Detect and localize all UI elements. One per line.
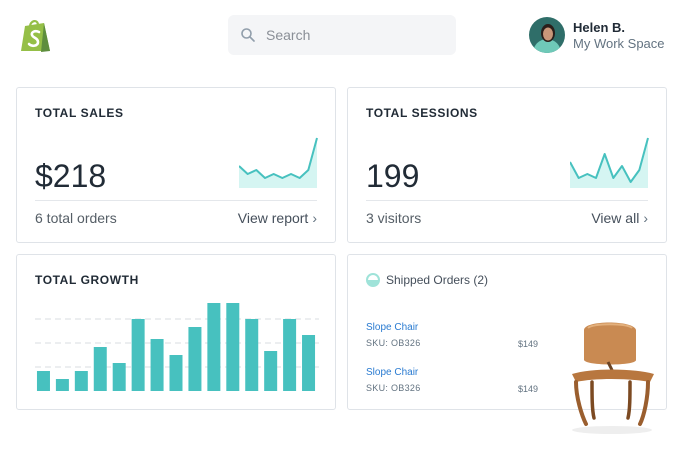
chevron-right-icon: › xyxy=(312,210,317,226)
view-all-label[interactable]: View all xyxy=(591,210,639,226)
view-report-link[interactable]: View report › xyxy=(238,210,317,226)
growth-bar xyxy=(283,319,297,391)
growth-bar xyxy=(112,363,126,391)
sparkline-area xyxy=(570,138,648,188)
search-placeholder[interactable]: Search xyxy=(266,27,310,43)
sales-subtext: 6 total orders xyxy=(35,210,117,226)
sales-value: $218 xyxy=(35,158,107,194)
sparkline-area xyxy=(239,138,317,188)
chair-product-image xyxy=(562,318,662,436)
view-report-label[interactable]: View report xyxy=(238,210,309,226)
sessions-subtext: 3 visitors xyxy=(366,210,422,226)
half-circle-status-icon xyxy=(366,273,380,287)
growth-bar xyxy=(150,339,164,391)
shipped-orders-header: Shipped Orders (2) xyxy=(366,273,488,287)
total-growth-card: TOTAL GROWTH xyxy=(16,254,336,410)
user-menu[interactable]: Helen B. My Work Space xyxy=(529,17,679,55)
sales-sparkline xyxy=(239,137,318,188)
workspace-name: My Work Space xyxy=(573,36,665,51)
card-title: TOTAL SALES xyxy=(35,106,124,120)
chevron-right-icon: › xyxy=(643,210,648,226)
search-bar[interactable]: Search xyxy=(228,15,456,55)
total-sales-card: TOTAL SALES $218 6 total orders View rep… xyxy=(16,87,336,243)
growth-bar xyxy=(74,371,88,391)
list-item[interactable]: Slope Chair SKU: OB326 xyxy=(366,367,421,393)
growth-bar xyxy=(264,351,278,391)
growth-bar xyxy=(188,327,202,391)
divider xyxy=(366,200,648,201)
divider xyxy=(35,200,317,201)
growth-bar xyxy=(169,355,183,391)
view-all-link[interactable]: View all › xyxy=(591,210,648,226)
search-icon xyxy=(240,27,256,43)
order-product-link[interactable]: Slope Chair xyxy=(366,367,421,378)
growth-bar xyxy=(93,347,107,391)
total-sessions-card: TOTAL SESSIONS 199 3 visitors View all › xyxy=(347,87,667,243)
top-bar: Search Helen B. My Work Space xyxy=(0,0,680,70)
order-product-link[interactable]: Slope Chair xyxy=(366,322,421,333)
sessions-sparkline xyxy=(570,137,649,188)
growth-bar xyxy=(245,319,259,391)
growth-bar-chart xyxy=(35,303,319,391)
avatar[interactable] xyxy=(529,17,565,53)
growth-bar xyxy=(302,335,316,391)
sessions-value: 199 xyxy=(366,158,420,194)
growth-bar xyxy=(36,371,50,391)
order-price: $149 xyxy=(518,339,539,349)
growth-bar xyxy=(207,303,221,391)
order-sku: SKU: OB326 xyxy=(366,338,421,348)
order-price: $149 xyxy=(518,384,539,394)
user-name: Helen B. xyxy=(573,20,626,35)
growth-bar xyxy=(226,303,240,391)
order-sku: SKU: OB326 xyxy=(366,383,421,393)
card-title: TOTAL GROWTH xyxy=(35,273,139,287)
sparkline-line xyxy=(239,137,318,179)
growth-bar xyxy=(55,379,69,391)
list-item[interactable]: Slope Chair SKU: OB326 xyxy=(366,322,421,348)
growth-bar xyxy=(131,319,145,391)
shopify-logo-icon[interactable] xyxy=(19,17,52,53)
shipped-orders-title: Shipped Orders (2) xyxy=(386,273,489,287)
card-title: TOTAL SESSIONS xyxy=(366,106,478,120)
